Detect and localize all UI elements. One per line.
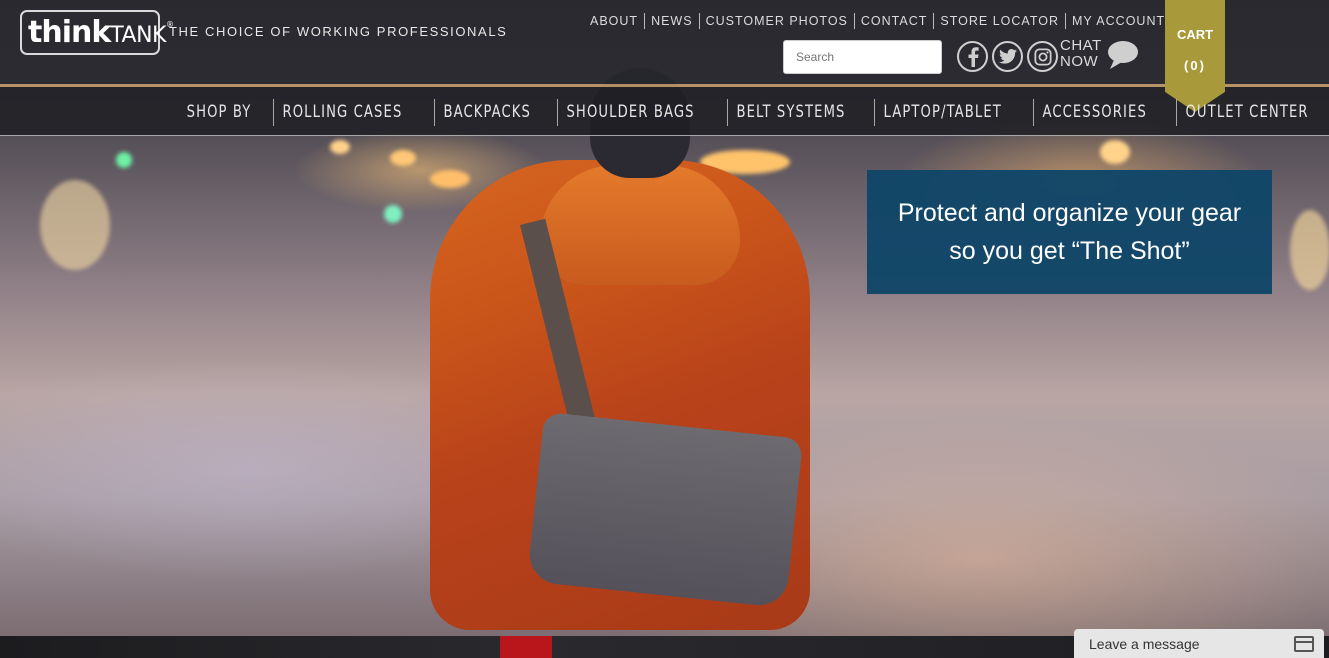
leave-message-widget[interactable]: Leave a message [1074, 629, 1324, 658]
nav-accessories[interactable]: ACCESSORIES [1033, 99, 1156, 126]
link-news[interactable]: NEWS [644, 13, 699, 29]
chat-line2: NOW [1060, 53, 1099, 70]
leave-message-label: Leave a message [1089, 635, 1200, 652]
facebook-icon[interactable] [957, 41, 988, 72]
logo-think: think [28, 15, 111, 50]
hero-promo-box[interactable]: Protect and organize your gear so you ge… [867, 170, 1272, 294]
chat-line1: CHAT [1060, 37, 1102, 54]
link-my-account[interactable]: MY ACCOUNT [1065, 13, 1171, 29]
cart-button[interactable]: CART (0) [1165, 0, 1225, 112]
chat-label: CHAT NOW [1060, 38, 1102, 70]
chat-now-button[interactable]: CHAT NOW [1060, 38, 1140, 70]
shoulder-bag [526, 411, 804, 609]
link-store-locator[interactable]: STORE LOCATOR [933, 13, 1065, 29]
link-customer-photos[interactable]: CUSTOMER PHOTOS [698, 13, 854, 29]
message-window-icon [1294, 636, 1314, 652]
nav-shoulder-bags[interactable]: SHOULDER BAGS [556, 99, 703, 126]
chat-bubble-icon [1107, 41, 1138, 69]
cart-count: (0) [1184, 58, 1206, 73]
nav-belt-systems[interactable]: BELT SYSTEMS [726, 99, 854, 126]
link-contact[interactable]: CONTACT [853, 13, 934, 29]
tagline: THE CHOICE OF WORKING PROFESSIONALS [169, 24, 508, 39]
person-hood [540, 165, 740, 285]
cart-label: CART [1176, 27, 1214, 42]
main-nav: SHOP BY ROLLING CASES BACKPACKS SHOULDER… [178, 99, 1329, 126]
twitter-icon[interactable] [992, 41, 1023, 72]
nav-shop-by[interactable]: SHOP BY [178, 99, 260, 126]
nav-rolling-cases[interactable]: ROLLING CASES [273, 99, 411, 126]
hero-promo-text: Protect and organize your gear so you ge… [897, 199, 1242, 265]
logo-tank: TANK [110, 23, 166, 48]
search-input[interactable] [783, 40, 942, 74]
social-links [957, 41, 1058, 72]
instagram-icon[interactable] [1027, 41, 1058, 72]
nav-backpacks[interactable]: BACKPACKS [433, 99, 540, 126]
utility-nav: ABOUT NEWS CUSTOMER PHOTOS CONTACT STORE… [584, 13, 1171, 29]
thinktank-logo[interactable]: think TANK ® [20, 10, 174, 55]
nav-laptop-tablet[interactable]: LAPTOP/TABLET [874, 99, 1011, 126]
link-about[interactable]: ABOUT [584, 13, 644, 29]
nav-outlet-center[interactable]: OUTLET CENTER [1175, 99, 1317, 126]
